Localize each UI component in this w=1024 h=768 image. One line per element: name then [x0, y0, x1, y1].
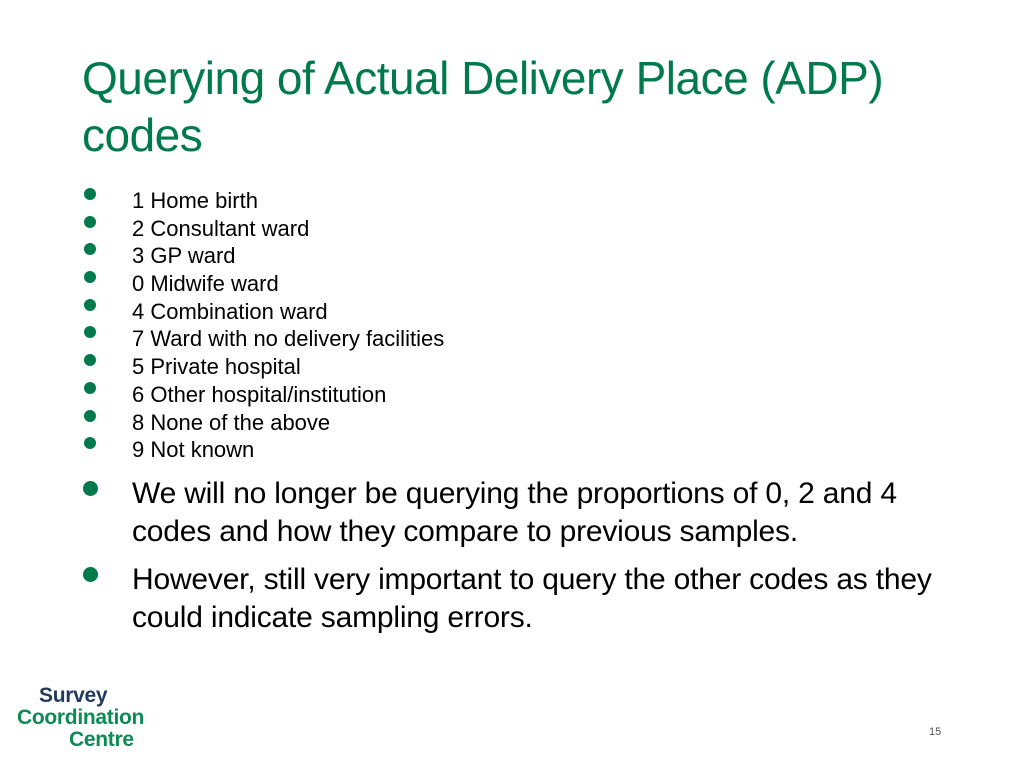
list-item: 3 GP ward [82, 241, 444, 269]
bullet-icon [84, 188, 96, 200]
code-label: 8 None of the above [132, 409, 331, 435]
list-item: 6 Other hospital/institution [82, 380, 444, 408]
logo-line-survey: Survey [39, 684, 108, 707]
code-label: 0 Midwife ward [132, 271, 279, 297]
bullet-icon [84, 354, 96, 367]
survey-coordination-centre-logo: Survey Coordination Centre [17, 685, 144, 751]
notes-list: We will no longer be querying the propor… [82, 475, 962, 647]
code-label: 6 Other hospital/institution [132, 381, 387, 407]
code-label: 7 Ward with no delivery facilities [132, 326, 445, 352]
code-label: 4 Combination ward [132, 298, 328, 324]
note-text: We will no longer be querying the propor… [132, 477, 897, 548]
note-text: However, still very important to query t… [132, 563, 932, 634]
list-item: 5 Private hospital [82, 352, 444, 380]
code-label: 3 GP ward [132, 243, 236, 269]
list-item: 2 Consultant ward [82, 214, 444, 242]
bullet-icon [83, 567, 98, 582]
code-label: 1 Home birth [132, 188, 258, 213]
logo-line-coordination: Coordination [17, 706, 145, 729]
bullet-icon [84, 298, 96, 311]
bullet-icon [84, 437, 96, 450]
bullet-icon [84, 243, 96, 256]
bullet-icon [84, 271, 96, 284]
bullet-icon [83, 481, 98, 496]
code-label: 9 Not known [132, 437, 255, 463]
bullet-icon [84, 381, 96, 394]
bullet-icon [84, 326, 96, 339]
note-item: We will no longer be querying the propor… [82, 475, 962, 550]
code-label: 5 Private hospital [132, 354, 301, 380]
list-item: 7 Ward with no delivery facilities [82, 324, 444, 352]
code-label: 2 Consultant ward [132, 215, 310, 241]
note-item: However, still very important to query t… [82, 561, 962, 636]
list-item: 9 Not known [82, 435, 444, 463]
list-item: 4 Combination ward [82, 297, 444, 325]
list-item: 0 Midwife ward [82, 269, 444, 297]
list-item: 8 None of the above [82, 408, 444, 436]
adp-code-list: 1 Home birth 2 Consultant ward 3 GP ward… [82, 186, 444, 463]
bullet-icon [84, 409, 96, 422]
bullet-icon [84, 215, 96, 228]
page-number: 15 [929, 726, 942, 738]
list-item: 1 Home birth [82, 186, 444, 214]
slide-title: Querying of Actual Delivery Place (ADP) … [82, 52, 884, 161]
logo-line-centre: Centre [69, 728, 134, 751]
